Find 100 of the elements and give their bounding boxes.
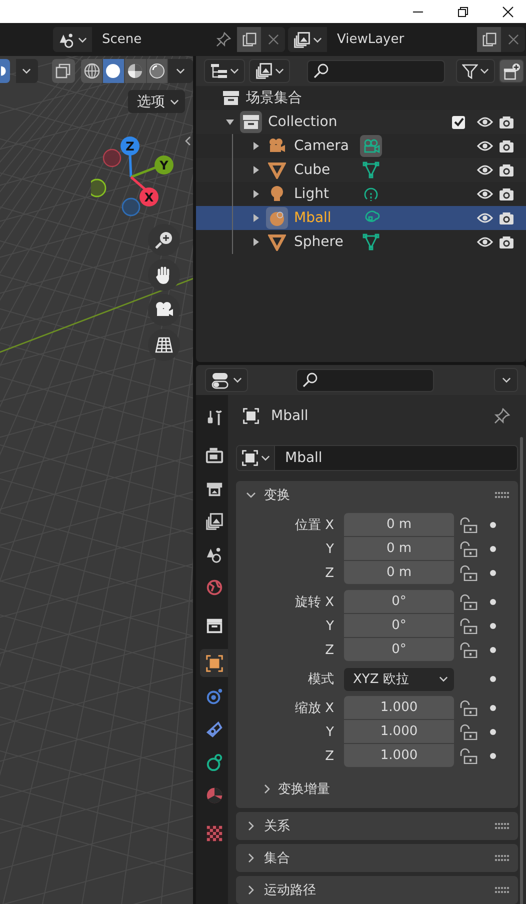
panel-header[interactable]: 运动路径 (246, 881, 316, 899)
eye-icon[interactable] (477, 116, 493, 128)
keyframe-dot-icon[interactable] (490, 522, 496, 528)
expand-arrow-down-icon[interactable] (226, 118, 234, 126)
pan-button[interactable] (148, 259, 180, 291)
caret-icon (439, 676, 448, 682)
eye-icon[interactable] (477, 212, 493, 224)
editor-type-dropdown[interactable] (205, 368, 248, 392)
keyframe-dot-icon[interactable] (490, 570, 496, 576)
expand-arrow-right-icon[interactable] (252, 142, 260, 150)
panel-header[interactable]: 关系 (246, 817, 290, 835)
open-padlock-icon[interactable] (460, 700, 478, 716)
open-padlock-icon[interactable] (460, 618, 478, 634)
number-field[interactable]: 0° (344, 638, 454, 661)
number-field[interactable]: 0° (344, 590, 454, 613)
mesh-data-icon[interactable] (362, 161, 380, 179)
outliner-item[interactable]: Light (196, 182, 526, 206)
expand-arrow-right-icon[interactable] (252, 214, 260, 222)
copy-scene-button[interactable] (237, 27, 261, 52)
number-field[interactable]: 0° (344, 614, 454, 637)
camera-data-icon[interactable] (362, 137, 380, 155)
outliner-item[interactable]: Mball (196, 206, 526, 230)
properties-tab[interactable] (200, 649, 228, 677)
number-field[interactable]: 1.000 (344, 696, 454, 719)
keyframe-dot-icon[interactable] (490, 623, 496, 629)
drag-grip-icon[interactable] (495, 854, 510, 862)
drag-grip-icon[interactable] (495, 492, 510, 498)
shading-mode-button[interactable] (124, 59, 147, 83)
expand-arrow-right-icon[interactable] (252, 190, 260, 198)
open-padlock-icon[interactable] (460, 565, 478, 581)
open-padlock-icon[interactable] (460, 724, 478, 740)
options-dropdown[interactable]: 选项 (128, 90, 185, 113)
keyframe-dot-icon[interactable] (490, 647, 496, 653)
xray-toggle-button[interactable] (52, 59, 76, 83)
camera-icon[interactable] (499, 212, 514, 224)
eye-icon[interactable] (477, 188, 493, 200)
number-field[interactable]: 1.000 (344, 720, 454, 743)
number-field[interactable]: 0 m (344, 561, 454, 584)
shading-mode-button[interactable] (146, 59, 168, 83)
selectability-button[interactable] (0, 59, 10, 83)
subpanel-header[interactable]: 变换增量 (262, 780, 330, 798)
expand-arrow-right-icon[interactable] (252, 238, 260, 246)
open-padlock-icon[interactable] (460, 642, 478, 658)
exclude-checkbox[interactable] (452, 116, 465, 128)
view-layer-name-field[interactable]: ViewLayer (328, 27, 477, 52)
mesh-data-icon[interactable] (362, 233, 380, 251)
camera-view-button[interactable] (148, 294, 180, 326)
pin-icon[interactable] (494, 408, 510, 424)
new-collection-button[interactable] (499, 59, 524, 83)
scrollbar[interactable] (520, 437, 523, 904)
display-mode-dropdown[interactable] (204, 59, 245, 83)
drag-grip-icon[interactable] (495, 886, 510, 894)
eye-icon[interactable] (477, 164, 493, 176)
collection-name[interactable]: Collection (268, 114, 338, 130)
eye-icon[interactable] (477, 236, 493, 248)
camera-icon[interactable] (499, 116, 514, 128)
scene-name-field[interactable]: Scene (93, 27, 237, 52)
number-field[interactable]: 0 m (344, 513, 454, 536)
keyframe-dot-icon[interactable] (490, 705, 496, 711)
zoom-button[interactable] (148, 224, 180, 256)
open-padlock-icon[interactable] (460, 517, 478, 533)
shading-mode-button[interactable] (81, 59, 104, 83)
keyframe-dot-icon[interactable] (490, 729, 496, 735)
number-field[interactable]: 1.000 (344, 744, 454, 767)
open-padlock-icon[interactable] (460, 594, 478, 610)
number-field[interactable]: 0 m (344, 537, 454, 560)
data-tab-icon (204, 752, 224, 772)
keyframe-dot-icon[interactable] (490, 546, 496, 552)
copy-view-layer-button[interactable] (477, 27, 501, 52)
open-padlock-icon[interactable] (460, 541, 478, 557)
open-padlock-icon[interactable] (460, 748, 478, 764)
panel-header[interactable]: 集合 (246, 849, 290, 867)
camera-icon[interactable] (499, 164, 514, 176)
keyframe-dot-icon[interactable] (490, 599, 496, 605)
view-layer-filter-dropdown[interactable] (249, 59, 290, 83)
outliner-item[interactable]: Sphere (196, 230, 526, 254)
restore-icon[interactable] (457, 6, 469, 18)
shading-mode-button[interactable] (103, 59, 125, 83)
search-field[interactable] (307, 60, 445, 82)
search-field[interactable] (296, 368, 434, 392)
filter-dropdown[interactable] (456, 59, 495, 83)
drag-grip-icon[interactable] (495, 822, 510, 830)
orthographic-toggle-button[interactable] (148, 329, 180, 361)
keyframe-dot-icon[interactable] (490, 676, 496, 682)
options-dropdown[interactable] (494, 368, 518, 392)
camera-icon[interactable] (499, 236, 514, 248)
pin-icon[interactable] (216, 32, 231, 47)
visibility-dropdown[interactable] (16, 59, 38, 83)
rotation-mode-dropdown[interactable]: XYZ 欧拉 (344, 668, 454, 690)
camera-icon[interactable] (499, 188, 514, 200)
panel-header[interactable]: 变换 (246, 486, 290, 504)
light-data-icon[interactable] (362, 185, 380, 203)
shading-options-dropdown[interactable] (168, 59, 193, 83)
axis-gizmo-drawing[interactable]: Z Y X (91, 133, 181, 223)
close-icon[interactable] (502, 6, 514, 18)
expand-arrow-right-icon[interactable] (252, 166, 260, 174)
camera-icon[interactable] (499, 140, 514, 152)
outliner-item[interactable]: Camera (196, 134, 526, 158)
eye-icon[interactable] (477, 140, 493, 152)
keyframe-dot-icon[interactable] (490, 753, 496, 759)
